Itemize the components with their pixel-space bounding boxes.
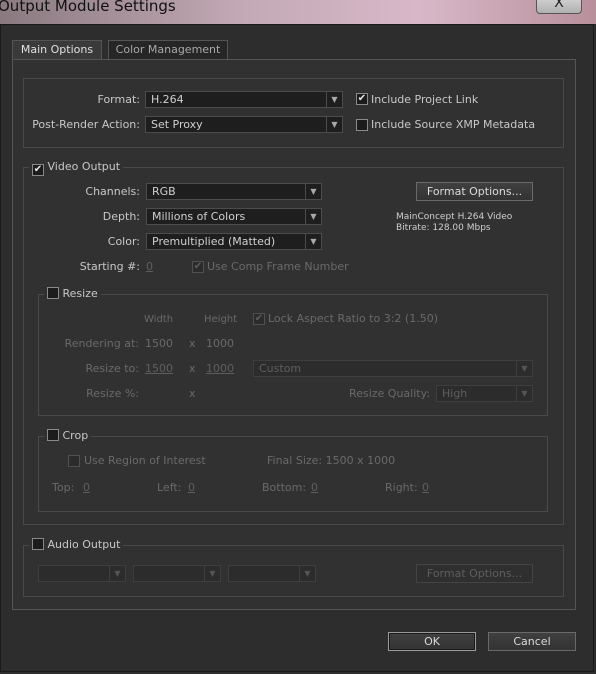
include-xmp-checkbox[interactable] (356, 119, 368, 131)
audio-output-title: Audio Output (47, 538, 121, 551)
cancel-button[interactable]: Cancel (488, 632, 576, 651)
use-comp-frame-checkbox[interactable]: ✔ (192, 261, 204, 273)
video-output-checkbox[interactable]: ✔ (32, 164, 44, 176)
color-dropdown[interactable]: Premultiplied (Matted) ▼ (146, 233, 322, 250)
depth-dropdown[interactable]: Millions of Colors ▼ (146, 208, 322, 225)
chevron-down-icon: ▼ (326, 117, 342, 132)
format-group (23, 78, 564, 148)
starting-number-value[interactable]: 0 (146, 260, 153, 273)
crop-right-label: Right: (385, 481, 418, 494)
tab-main-options[interactable]: Main Options (12, 40, 102, 60)
resize-legend: Resize (44, 287, 101, 301)
crop-title: Crop (62, 429, 89, 442)
resize-to-label: Resize to: (85, 362, 140, 375)
resize-checkbox[interactable] (47, 287, 59, 299)
resize-quality-dropdown[interactable]: High ▼ (436, 385, 533, 402)
resize-title: Resize (62, 287, 98, 300)
audio-channels-dropdown[interactable]: ▼ (133, 565, 221, 582)
video-output-legend: ✔ Video Output (29, 160, 124, 176)
lock-aspect-label: Lock Aspect Ratio to 3:2 (1.50) (268, 312, 438, 325)
chevron-down-icon: ▼ (109, 566, 125, 581)
use-roi-label: Use Region of Interest (84, 454, 206, 467)
resize-quality-label: Resize Quality: (349, 387, 430, 400)
audio-format-dropdown[interactable]: ▼ (228, 565, 316, 582)
format-label: Format: (97, 93, 140, 106)
window-title: Output Module Settings (0, 0, 176, 15)
rendering-width: 1500 (145, 337, 173, 350)
channels-dropdown[interactable]: RGB ▼ (146, 183, 322, 200)
lock-aspect-checkbox[interactable]: ✔ (253, 313, 265, 325)
audio-format-options-button[interactable]: Format Options... (416, 564, 533, 583)
chevron-down-icon: ▼ (204, 566, 220, 581)
rendering-height: 1000 (206, 337, 234, 350)
bitrate-info: Bitrate: 128.00 Mbps (396, 223, 491, 233)
include-xmp-label: Include Source XMP Metadata (371, 118, 536, 131)
close-button[interactable]: X (536, 0, 582, 14)
crop-left-label: Left: (157, 481, 182, 494)
include-project-link-checkbox[interactable]: ✔ (356, 93, 368, 105)
check-icon: ✔ (254, 313, 264, 324)
resize-width[interactable]: 1500 (145, 362, 173, 375)
audio-output-checkbox[interactable] (32, 538, 44, 550)
chevron-down-icon: ▼ (305, 209, 321, 224)
resize-percent-x: x (189, 387, 196, 400)
crop-checkbox[interactable] (47, 429, 59, 441)
channels-value: RGB (152, 185, 176, 198)
video-format-options-button[interactable]: Format Options... (416, 182, 533, 201)
final-size-text: Final Size: 1500 x 1000 (267, 454, 396, 467)
resize-quality-value: High (442, 387, 468, 400)
channels-label: Channels: (85, 185, 140, 198)
resize-percent-label: Resize %: (86, 387, 139, 400)
chevron-down-icon: ▼ (305, 234, 321, 249)
chevron-down-icon: ▼ (516, 361, 532, 376)
color-label: Color: (107, 235, 140, 248)
starting-number-label: Starting #: (79, 260, 140, 273)
use-roi-checkbox[interactable] (68, 455, 80, 467)
crop-top-value[interactable]: 0 (83, 481, 90, 494)
chevron-down-icon: ▼ (516, 386, 532, 401)
rendering-at-label: Rendering at: (64, 337, 139, 350)
ok-button[interactable]: OK (388, 632, 476, 651)
include-project-link-label: Include Project Link (371, 93, 479, 106)
rendering-x: x (189, 337, 196, 350)
audio-sample-rate-dropdown[interactable]: ▼ (38, 565, 126, 582)
crop-right-value[interactable]: 0 (422, 481, 429, 494)
crop-bottom-label: Bottom: (262, 481, 307, 494)
resize-preset-dropdown[interactable]: Custom ▼ (253, 360, 533, 377)
resize-x: x (189, 362, 196, 375)
format-dropdown[interactable]: H.264 ▼ (145, 91, 343, 108)
video-output-title: Video Output (47, 160, 121, 173)
post-render-label: Post-Render Action: (32, 118, 140, 131)
chevron-down-icon: ▼ (299, 566, 315, 581)
crop-top-label: Top: (52, 481, 75, 494)
check-icon: ✔ (33, 164, 43, 175)
height-header: Height (204, 314, 238, 325)
check-icon: ✔ (193, 261, 203, 272)
use-comp-frame-label: Use Comp Frame Number (207, 260, 349, 273)
post-render-value: Set Proxy (151, 118, 203, 131)
depth-value: Millions of Colors (152, 210, 246, 223)
codec-info: MainConcept H.264 Video (396, 212, 513, 222)
resize-height[interactable]: 1000 (206, 362, 234, 375)
depth-label: Depth: (102, 210, 140, 223)
crop-group (38, 436, 548, 512)
crop-bottom-value[interactable]: 0 (311, 481, 318, 494)
crop-left-value[interactable]: 0 (188, 481, 195, 494)
width-header: Width (144, 314, 174, 325)
audio-output-legend: Audio Output (29, 538, 124, 552)
chevron-down-icon: ▼ (326, 92, 342, 107)
tab-color-management[interactable]: Color Management (108, 40, 228, 60)
check-icon: ✔ (357, 93, 367, 104)
format-value: H.264 (151, 93, 184, 106)
close-icon: X (554, 0, 564, 11)
post-render-dropdown[interactable]: Set Proxy ▼ (145, 116, 343, 133)
resize-preset-value: Custom (259, 362, 302, 375)
crop-legend: Crop (44, 429, 92, 443)
chevron-down-icon: ▼ (305, 184, 321, 199)
color-value: Premultiplied (Matted) (152, 235, 276, 248)
